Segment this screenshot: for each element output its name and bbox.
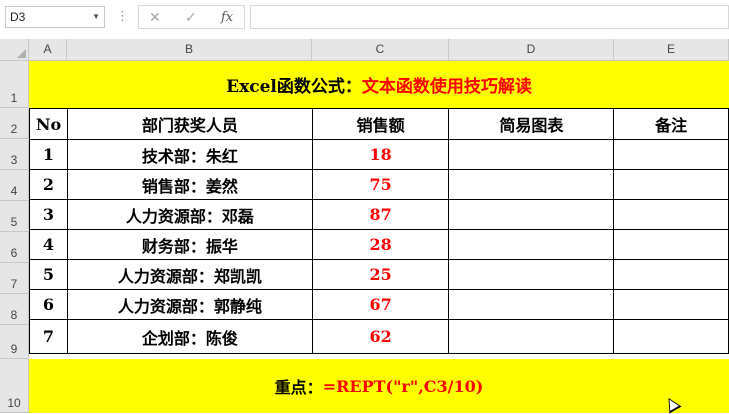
cell-sales[interactable]: 25: [311, 259, 450, 290]
row-header-3[interactable]: 3: [0, 139, 29, 170]
cell-name[interactable]: 企划部：陈俊: [66, 319, 313, 354]
row-header-5[interactable]: 5: [0, 201, 29, 232]
row-header-10[interactable]: 10: [0, 359, 29, 413]
column-header-b[interactable]: B: [67, 39, 312, 61]
cancel-icon[interactable]: ✕: [149, 9, 161, 26]
cell-sales[interactable]: 62: [311, 319, 450, 354]
note-cell[interactable]: 重点： =REPT("r",C3/10): [29, 359, 729, 413]
cell-name[interactable]: 人力资源部：邓磊: [66, 199, 313, 230]
cell-sales[interactable]: 67: [311, 289, 450, 320]
cell-note[interactable]: [613, 139, 729, 170]
formula-buttons: ✕ ✓ fx: [138, 5, 245, 29]
cell-note[interactable]: [613, 259, 729, 290]
table-row: 2 销售部：姜然 75: [29, 169, 729, 200]
table-row: 3 人力资源部：邓磊 87: [29, 199, 729, 230]
table-row: 5 人力资源部：郑凯凯 25: [29, 259, 729, 290]
cell-note[interactable]: [613, 289, 729, 320]
header-row: No 部门获奖人员 销售额 简易图表 备注: [29, 108, 729, 140]
table-row: 6 人力资源部：郭静纯 67: [29, 289, 729, 320]
cell-no[interactable]: 6: [29, 289, 68, 320]
row-header-7[interactable]: 7: [0, 263, 29, 294]
cell-no[interactable]: 4: [29, 229, 68, 260]
worksheet-grid: Excel函数公式： 文本函数使用技巧解读 No 部门获奖人员 销售额 简易图表 …: [29, 61, 729, 413]
note-formula: =REPT("r",C3/10): [322, 376, 484, 396]
cell-chart[interactable]: [448, 199, 615, 230]
note-prefix: 重点：: [274, 378, 323, 397]
row-header-1[interactable]: 1: [0, 61, 29, 108]
cell-chart-selected[interactable]: [448, 139, 615, 170]
more-options-icon[interactable]: ⋮: [116, 8, 129, 24]
row-header-9[interactable]: 9: [0, 325, 29, 359]
column-header-c[interactable]: C: [312, 39, 449, 61]
enter-icon[interactable]: ✓: [185, 9, 197, 26]
name-box[interactable]: D3 ▼: [5, 6, 105, 28]
header-no[interactable]: No: [29, 108, 68, 140]
header-chart[interactable]: 简易图表: [448, 108, 615, 140]
cell-sales[interactable]: 28: [311, 229, 450, 260]
name-box-value: D3: [10, 10, 26, 24]
chevron-down-icon[interactable]: ▼: [92, 7, 100, 27]
cell-name[interactable]: 人力资源部：郑凯凯: [66, 259, 313, 290]
select-all-button[interactable]: [0, 39, 29, 61]
title-cell[interactable]: Excel函数公式： 文本函数使用技巧解读: [29, 61, 729, 108]
cell-note[interactable]: [613, 229, 729, 260]
cell-note[interactable]: [613, 319, 729, 354]
cell-sales[interactable]: 18: [311, 139, 450, 170]
formula-input[interactable]: [250, 5, 729, 29]
row-header-6[interactable]: 6: [0, 232, 29, 263]
column-header-d[interactable]: D: [449, 39, 614, 61]
cell-name[interactable]: 财务部：振华: [66, 229, 313, 260]
cell-chart[interactable]: [448, 229, 615, 260]
column-header-e[interactable]: E: [614, 39, 729, 61]
header-sales[interactable]: 销售额: [311, 108, 450, 140]
formula-bar: D3 ▼ ⋮ ✕ ✓ fx: [0, 0, 729, 36]
cell-no[interactable]: 7: [29, 319, 68, 354]
table-row: 7 企划部：陈俊 62: [29, 319, 729, 354]
cell-no[interactable]: 2: [29, 169, 68, 200]
header-note[interactable]: 备注: [613, 108, 729, 140]
header-name[interactable]: 部门获奖人员: [66, 108, 313, 140]
data-table: No 部门获奖人员 销售额 简易图表 备注 1 技术部：朱红 18 2 销售部：…: [29, 108, 729, 354]
table-row: 4 财务部：振华 28: [29, 229, 729, 260]
cell-name[interactable]: 销售部：姜然: [66, 169, 313, 200]
cell-sales[interactable]: 87: [311, 199, 450, 230]
cell-note[interactable]: [613, 199, 729, 230]
cell-chart[interactable]: [448, 319, 615, 354]
column-header-a[interactable]: A: [29, 39, 67, 61]
insert-function-icon[interactable]: fx: [221, 10, 233, 25]
row-header-4[interactable]: 4: [0, 170, 29, 201]
cell-sales[interactable]: 75: [311, 169, 450, 200]
title-prefix: Excel函数公式：: [226, 77, 362, 97]
row-header-8[interactable]: 8: [0, 294, 29, 325]
cell-chart[interactable]: [448, 169, 615, 200]
cell-no[interactable]: 3: [29, 199, 68, 230]
cell-chart[interactable]: [448, 259, 615, 290]
row-header-2[interactable]: 2: [0, 108, 29, 139]
cell-name[interactable]: 技术部：朱红: [66, 139, 313, 170]
cell-note[interactable]: [613, 169, 729, 200]
title-highlight: 文本函数使用技巧解读: [361, 77, 532, 97]
cell-no[interactable]: 5: [29, 259, 68, 290]
table-row: 1 技术部：朱红 18: [29, 139, 729, 170]
cell-name[interactable]: 人力资源部：郭静纯: [66, 289, 313, 320]
cell-chart[interactable]: [448, 289, 615, 320]
cell-no[interactable]: 1: [29, 139, 68, 170]
